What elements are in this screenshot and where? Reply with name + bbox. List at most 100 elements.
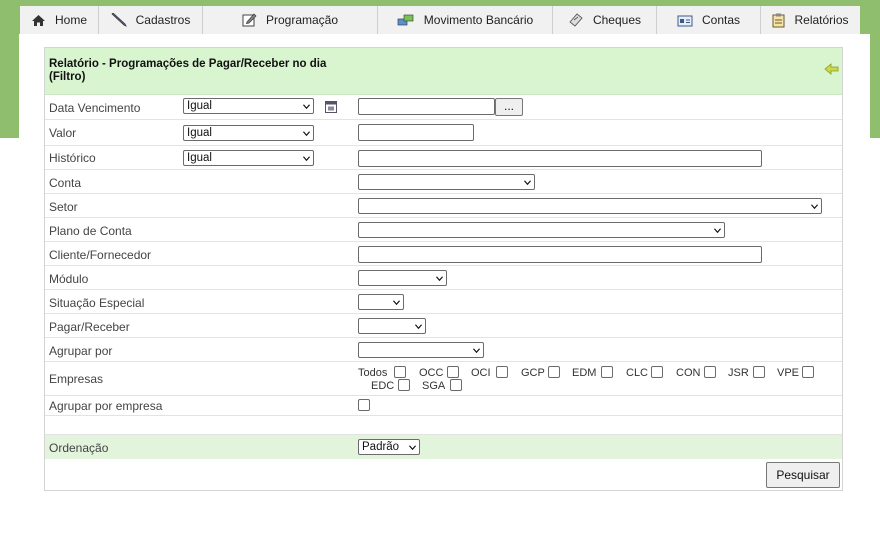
chevron-down-icon <box>303 104 310 110</box>
nav-relatorios-label: Relatórios <box>794 13 849 27</box>
empresa-oci-label: OCI <box>471 367 491 379</box>
back-arrow-icon[interactable] <box>824 63 839 75</box>
form-header: Relatório - Programações de Pagar/Recebe… <box>45 48 842 95</box>
empresa-sga-label: SGA <box>422 380 446 392</box>
cheque-icon <box>569 13 583 27</box>
nav-cheques-label: Cheques <box>592 13 642 27</box>
row-situacao-especial: Situação Especial <box>45 290 842 314</box>
calendar-icon[interactable] <box>325 100 337 113</box>
top-navigation: Home Cadastros Programação Movimento Ban… <box>20 6 860 35</box>
nav-relatorios[interactable]: Relatórios <box>761 6 860 34</box>
chevron-down-icon <box>714 228 721 234</box>
plano-conta-select[interactable] <box>358 222 725 238</box>
pagar-receber-label: Pagar/Receber <box>49 320 130 334</box>
chevron-down-icon <box>303 131 310 137</box>
ordenacao-value: Padrão <box>362 441 400 453</box>
nav-cadastros-label: Cadastros <box>135 13 191 27</box>
pencil-icon <box>111 13 127 27</box>
agrupar-por-select[interactable] <box>358 342 484 358</box>
nav-programacao-label: Programação <box>265 13 339 27</box>
empresa-sga-checkbox[interactable] <box>450 379 462 391</box>
empresa-clc-checkbox[interactable] <box>651 366 663 378</box>
chevron-down-icon <box>393 300 400 306</box>
agrupar-por-label: Agrupar por <box>49 344 113 358</box>
empresa-occ-checkbox[interactable] <box>447 366 459 378</box>
cliente-fornecedor-label: Cliente/Fornecedor <box>49 248 152 262</box>
data-vencimento-label: Data Vencimento <box>49 101 141 115</box>
chevron-down-icon <box>811 204 818 210</box>
nav-contas-label: Contas <box>701 13 741 27</box>
valor-operator-value: Igual <box>187 127 212 139</box>
data-vencimento-input[interactable] <box>358 98 495 115</box>
nav-home-label: Home <box>54 13 87 27</box>
empresa-con-checkbox[interactable] <box>704 366 716 378</box>
page-title: Relatório - Programações de Pagar/Recebe… <box>49 58 327 83</box>
home-icon <box>31 14 45 26</box>
nav-programacao[interactable]: Programação <box>203 6 378 34</box>
empresa-vpe-label: VPE <box>777 367 800 379</box>
empresa-edc-label: EDC <box>371 380 395 392</box>
edit-icon <box>242 13 257 27</box>
valor-label: Valor <box>49 126 77 140</box>
chevron-down-icon <box>473 348 480 354</box>
row-spacer <box>45 416 842 435</box>
date-picker-button[interactable]: ... <box>495 98 523 116</box>
row-agrupar-por-empresa: Agrupar por empresa <box>45 396 842 416</box>
agrupar-por-empresa-checkbox[interactable] <box>358 399 370 411</box>
data-vencimento-operator-value: Igual <box>187 100 212 112</box>
valor-operator-select[interactable]: Igual <box>183 125 314 141</box>
row-pagar-receber: Pagar/Receber <box>45 314 842 338</box>
nav-movimento-bancario[interactable]: Movimento Bancário <box>378 6 553 34</box>
situacao-especial-label: Situação Especial <box>49 296 145 310</box>
empresa-jsr-checkbox[interactable] <box>753 366 765 378</box>
data-vencimento-operator-select[interactable]: Igual <box>183 98 314 114</box>
empresa-gcp-checkbox[interactable] <box>548 366 560 378</box>
modulo-select[interactable] <box>358 270 447 286</box>
pagar-receber-select[interactable] <box>358 318 426 334</box>
empresa-gcp-label: GCP <box>521 367 545 379</box>
conta-label: Conta <box>49 176 82 190</box>
empresa-todos-checkbox[interactable] <box>394 366 406 378</box>
accounts-icon <box>677 15 693 26</box>
empresa-edc-checkbox[interactable] <box>398 379 410 391</box>
row-ordenacao: Ordenação <box>45 435 842 459</box>
nav-movimento-bancario-label: Movimento Bancário <box>423 13 534 27</box>
chevron-down-icon <box>436 276 443 282</box>
plano-conta-label: Plano de Conta <box>49 224 132 238</box>
nav-cadastros[interactable]: Cadastros <box>99 6 203 34</box>
empresas-label: Empresas <box>49 372 104 386</box>
historico-input[interactable] <box>358 150 762 167</box>
empresa-con-label: CON <box>676 367 701 379</box>
conta-select[interactable] <box>358 174 535 190</box>
historico-operator-select[interactable]: Igual <box>183 150 314 166</box>
chevron-down-icon <box>303 156 310 162</box>
historico-label: Histórico <box>49 151 96 165</box>
nav-contas[interactable]: Contas <box>657 6 761 34</box>
nav-cheques[interactable]: Cheques <box>553 6 657 34</box>
historico-operator-value: Igual <box>187 152 212 164</box>
empresa-todos-label: Todos <box>358 367 388 379</box>
ordenacao-label: Ordenação <box>49 441 109 455</box>
setor-label: Setor <box>49 200 78 214</box>
situacao-especial-select[interactable] <box>358 294 404 310</box>
report-icon <box>772 13 785 27</box>
bank-transfer-icon <box>397 14 414 26</box>
agrupar-por-empresa-label: Agrupar por empresa <box>49 399 163 413</box>
empresa-edm-label: EDM <box>572 367 597 379</box>
modulo-label: Módulo <box>49 272 89 286</box>
ordenacao-select[interactable]: Padrão <box>358 439 420 455</box>
chevron-down-icon <box>524 180 531 186</box>
setor-select[interactable] <box>358 198 822 214</box>
empresa-oci-checkbox[interactable] <box>496 366 508 378</box>
empresa-edm-checkbox[interactable] <box>601 366 613 378</box>
filter-form: Relatório - Programações de Pagar/Recebe… <box>44 47 843 491</box>
empresa-jsr-label: JSR <box>728 367 749 379</box>
empresa-clc-label: CLC <box>626 367 649 379</box>
chevron-down-icon <box>415 324 422 330</box>
empresa-vpe-checkbox[interactable] <box>802 366 814 378</box>
search-button[interactable]: Pesquisar <box>766 462 840 488</box>
cliente-fornecedor-input[interactable] <box>358 246 762 263</box>
nav-home[interactable]: Home <box>20 6 99 34</box>
chevron-down-icon <box>409 445 416 451</box>
valor-input[interactable] <box>358 124 474 141</box>
